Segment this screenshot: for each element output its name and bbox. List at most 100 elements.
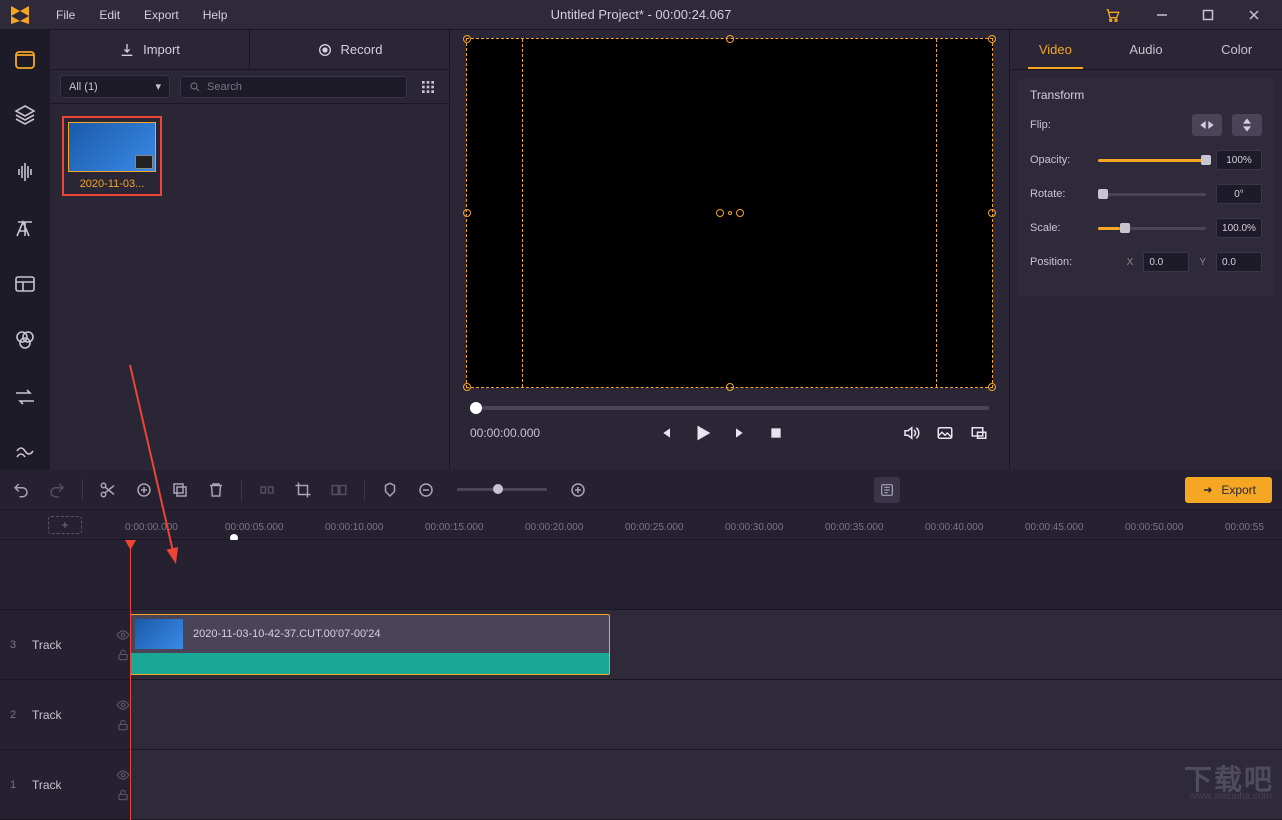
snapshot-button[interactable]	[935, 423, 955, 443]
tab-color[interactable]: Color	[1191, 30, 1282, 69]
rail-transitions-icon[interactable]	[7, 380, 43, 414]
handle-bottom-mid[interactable]	[726, 383, 734, 391]
duplicate-button[interactable]	[169, 479, 191, 501]
tab-video[interactable]: Video	[1010, 30, 1101, 69]
lock-icon[interactable]	[116, 648, 130, 662]
position-y-input[interactable]: 0.0	[1216, 252, 1262, 272]
zoom-out-button[interactable]	[415, 479, 437, 501]
scrub-bar[interactable]	[470, 406, 989, 410]
zoom-slider[interactable]	[457, 488, 547, 491]
menu-export[interactable]: Export	[134, 4, 189, 26]
rail-template-icon[interactable]	[7, 267, 43, 301]
tool-a[interactable]	[256, 479, 278, 501]
menu-file[interactable]: File	[46, 4, 85, 26]
handle-top-left[interactable]	[463, 35, 471, 43]
import-button[interactable]: Import	[50, 30, 250, 69]
import-icon	[119, 42, 135, 58]
settings-icon[interactable]	[874, 477, 900, 503]
rotate-slider[interactable]	[1098, 193, 1206, 196]
rail-text-icon[interactable]	[7, 211, 43, 245]
handle-bottom-left[interactable]	[463, 383, 471, 391]
rotate-value[interactable]: 0°	[1216, 184, 1262, 204]
prev-frame-button[interactable]	[656, 423, 676, 443]
timeline-clip[interactable]: 2020-11-03-10-42-37.CUT.00'07-00'24	[130, 614, 610, 675]
flip-horizontal-button[interactable]	[1192, 114, 1222, 136]
center-anchor-icon[interactable]	[716, 209, 744, 217]
scale-slider[interactable]	[1098, 227, 1206, 230]
visibility-icon[interactable]	[116, 768, 130, 782]
media-clip[interactable]: 2020-11-03...	[62, 116, 162, 196]
menubar: File Edit Export Help	[46, 4, 237, 26]
playhead[interactable]	[130, 540, 131, 820]
handle-top-right[interactable]	[988, 35, 996, 43]
handle-mid-right[interactable]	[988, 209, 996, 217]
track-num: 3	[10, 639, 22, 651]
play-button[interactable]	[692, 422, 714, 444]
menu-edit[interactable]: Edit	[89, 4, 130, 26]
rail-layers-icon[interactable]	[7, 98, 43, 132]
maximize-button[interactable]	[1188, 0, 1228, 30]
media-filter-select[interactable]: All (1) ▾	[60, 75, 170, 98]
volume-button[interactable]	[901, 423, 921, 443]
scrub-knob[interactable]	[470, 402, 482, 414]
grid-view-button[interactable]	[417, 76, 439, 98]
lock-icon[interactable]	[116, 788, 130, 802]
import-label: Import	[143, 42, 180, 57]
add-marker-button[interactable]	[133, 479, 155, 501]
zoom-in-button[interactable]	[567, 479, 589, 501]
guide-left	[522, 39, 523, 387]
minimize-button[interactable]	[1142, 0, 1182, 30]
media-panel: Import Record All (1) ▾ Search 202	[50, 30, 450, 470]
ruler-tick: 00:00:05.000	[225, 522, 283, 533]
ruler[interactable]: + 0:00:00.00000:00:05.00000:00:10.00000:…	[0, 510, 1282, 540]
handle-top-mid[interactable]	[726, 35, 734, 43]
pos-x-axis: X	[1127, 257, 1134, 268]
fullscreen-button[interactable]	[969, 423, 989, 443]
handle-mid-left[interactable]	[463, 209, 471, 217]
cart-icon[interactable]	[1104, 7, 1120, 23]
next-frame-button[interactable]	[730, 423, 750, 443]
opacity-slider[interactable]	[1098, 159, 1206, 162]
add-track-button[interactable]: +	[48, 516, 82, 534]
track-name: Track	[32, 638, 106, 652]
undo-button[interactable]	[10, 479, 32, 501]
handle-bottom-right[interactable]	[988, 383, 996, 391]
app-logo-icon	[8, 3, 32, 27]
rail-media-icon[interactable]	[7, 42, 43, 76]
crop-button[interactable]	[292, 479, 314, 501]
track-1: 1 Track	[0, 750, 1282, 820]
flip-vertical-button[interactable]	[1232, 114, 1262, 136]
clip-filename: 2020-11-03-10-42-37.CUT.00'07-00'24	[193, 628, 380, 640]
scale-value[interactable]: 100.0%	[1216, 218, 1262, 238]
tab-audio[interactable]: Audio	[1101, 30, 1192, 69]
opacity-value[interactable]: 100%	[1216, 150, 1262, 170]
opacity-label: Opacity:	[1030, 154, 1088, 166]
delete-button[interactable]	[205, 479, 227, 501]
preview-canvas[interactable]	[466, 38, 993, 388]
stop-button[interactable]	[766, 423, 786, 443]
search-input[interactable]: Search	[180, 76, 407, 98]
rail-filters-icon[interactable]	[7, 323, 43, 357]
export-button[interactable]: Export	[1185, 477, 1272, 503]
track-num: 1	[10, 779, 22, 791]
redo-button[interactable]	[46, 479, 68, 501]
position-x-input[interactable]: 0.0	[1143, 252, 1189, 272]
ruler-tick: 00:00:20.000	[525, 522, 583, 533]
rail-audio-icon[interactable]	[7, 155, 43, 189]
ruler-tick: 00:00:40.000	[925, 522, 983, 533]
ruler-tick: 00:00:35.000	[825, 522, 883, 533]
visibility-icon[interactable]	[116, 628, 130, 642]
record-button[interactable]: Record	[250, 30, 449, 69]
menu-help[interactable]: Help	[193, 4, 238, 26]
track-3: 3 Track 2020-11-03-10-42-37.CUT.00'07-00…	[0, 610, 1282, 680]
visibility-icon[interactable]	[116, 698, 130, 712]
rail-elements-icon[interactable]	[7, 436, 43, 470]
filter-value: All (1)	[69, 81, 98, 93]
playback-time: 00:00:00.000	[470, 426, 540, 440]
transform-section-title: Transform	[1030, 88, 1262, 102]
marker-tool[interactable]	[379, 479, 401, 501]
lock-icon[interactable]	[116, 718, 130, 732]
tool-b[interactable]	[328, 479, 350, 501]
split-button[interactable]	[97, 479, 119, 501]
close-button[interactable]	[1234, 0, 1274, 30]
